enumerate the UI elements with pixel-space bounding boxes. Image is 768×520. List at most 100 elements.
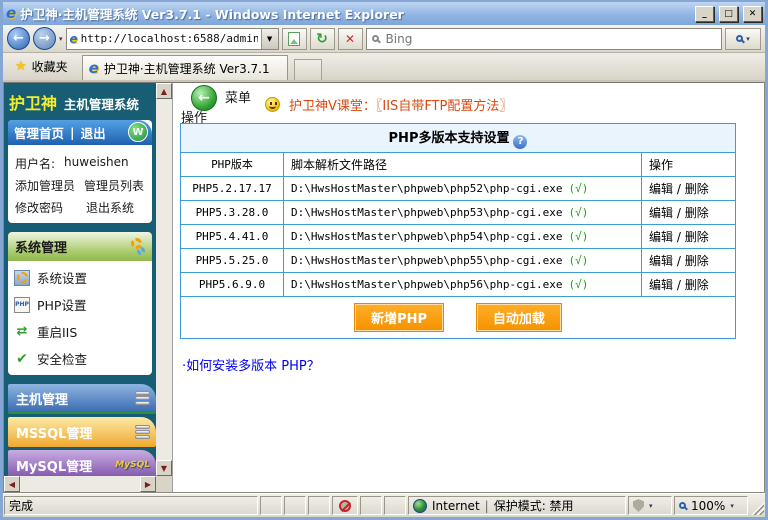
sidebar-frame: 护卫神 主机管理系统 管理首页 | 退出 W 用户名:	[4, 83, 172, 492]
internet-globe-icon	[413, 499, 427, 513]
delete-link[interactable]: 删除	[685, 254, 709, 268]
announcement-link[interactable]: 护卫神V课堂：〖IIS自带FTP配置方法〗	[289, 95, 512, 114]
url-input[interactable]	[81, 30, 258, 48]
tab-title: 护卫神·主机管理系统 Ver3.7.1	[104, 60, 270, 77]
delete-link[interactable]: 删除	[685, 278, 709, 292]
search-input[interactable]	[384, 31, 716, 47]
accordion-label: 主机管理	[16, 389, 68, 408]
new-tab-button[interactable]	[294, 59, 322, 80]
row-actions: 编辑 / 删除	[642, 248, 736, 272]
table-row: PHP5.4.41.0 D:\HwsHostMaster\phpweb\php5…	[181, 224, 736, 248]
table-row: PHP5.3.28.0 D:\HwsHostMaster\phpweb\php5…	[181, 200, 736, 224]
sidebar-vertical-scrollbar[interactable]: ▲ ▼	[156, 83, 172, 476]
stop-icon: ✕	[345, 33, 355, 45]
zone-label: Internet	[432, 499, 480, 513]
edit-link[interactable]: 编辑	[649, 182, 673, 196]
page-icon: e	[70, 33, 78, 45]
sidebar-horizontal-scrollbar[interactable]: ◀ ▶	[4, 476, 156, 492]
logout-link[interactable]: 退出系统	[86, 199, 134, 216]
edit-link[interactable]: 编辑	[649, 206, 673, 220]
brand: 护卫神 主机管理系统	[4, 83, 156, 119]
sidebar-item-restart-iis[interactable]: ⇄ 重启IIS	[14, 322, 146, 341]
change-password-link[interactable]: 修改密码	[15, 199, 63, 216]
php-version: PHP5.2.17.17	[181, 176, 284, 200]
zoom-icon	[679, 502, 686, 509]
auto-load-button[interactable]: 自动加载	[476, 303, 562, 332]
php-versions-table: PHP多版本支持设置? PHP版本 脚本解析文件路径 操作 PHP5.2.17.…	[180, 123, 736, 339]
menu-link[interactable]: 菜单	[225, 87, 251, 106]
back-button[interactable]: ←	[7, 27, 30, 50]
security-shield-icon	[633, 499, 644, 512]
address-bar[interactable]: e ▼	[66, 28, 279, 50]
history-dropdown-icon[interactable]: ▾	[59, 35, 63, 43]
resize-grip[interactable]	[750, 496, 764, 515]
scroll-left-icon[interactable]: ◀	[4, 476, 20, 492]
sidebar-item-security-check[interactable]: ✔ 安全检查	[14, 349, 146, 368]
php-version: PHP5.3.28.0	[181, 200, 284, 224]
admin-list-link[interactable]: 管理员列表	[84, 177, 144, 194]
favorites-button[interactable]: ★ 收藏夹	[7, 55, 76, 80]
row-actions: 编辑 / 删除	[642, 272, 736, 296]
close-button[interactable]: ✕	[743, 6, 762, 22]
exit-link[interactable]: 退出	[81, 123, 106, 142]
php-version: PHP5.5.25.0	[181, 248, 284, 272]
accordion-label: MSSQL管理	[16, 423, 92, 442]
sidebar-item-label: 安全检查	[37, 349, 87, 368]
status-blocked-segment	[332, 496, 358, 515]
minimize-button[interactable]: _	[695, 6, 714, 22]
admin-home-link[interactable]: 管理首页	[14, 123, 64, 142]
content-header: ← 菜单 操作 护卫神V课堂：〖IIS自带FTP配置方法〗	[173, 83, 764, 123]
search-go-icon	[736, 35, 743, 42]
table-header-row: PHP版本 脚本解析文件路径 操作	[181, 152, 736, 176]
compatibility-view-icon	[288, 32, 300, 46]
edit-link[interactable]: 编辑	[649, 230, 673, 244]
url-dropdown-button[interactable]: ▼	[261, 29, 278, 49]
sidebar-item-system-settings[interactable]: 系统设置	[14, 268, 146, 287]
table-row: PHP5.6.9.0 D:\HwsHostMaster\phpweb\php56…	[181, 272, 736, 296]
delete-link[interactable]: 删除	[685, 206, 709, 220]
add-php-button[interactable]: 新增PHP	[354, 303, 444, 332]
status-bar: 完成 Internet | 保护模式: 禁用 ▾ 100% ▾	[3, 493, 765, 517]
scroll-down-icon[interactable]: ▼	[156, 460, 172, 476]
maximize-button[interactable]: □	[719, 6, 738, 22]
search-options-caret-icon: ▾	[746, 35, 750, 43]
help-link[interactable]: ·如何安装多版本 PHP？	[182, 355, 764, 374]
compatibility-view-button[interactable]	[282, 28, 307, 50]
delete-link[interactable]: 删除	[685, 230, 709, 244]
status-segment	[308, 496, 330, 515]
sidebar: 护卫神 主机管理系统 管理首页 | 退出 W 用户名:	[4, 83, 156, 476]
add-admin-link[interactable]: 添加管理员	[15, 177, 75, 194]
sidebar-item-label: 系统设置	[37, 268, 87, 287]
section-system-management[interactable]: 系统管理	[8, 232, 152, 261]
refresh-button[interactable]: ↻	[310, 28, 335, 50]
stop-button[interactable]: ✕	[338, 28, 363, 50]
delete-link[interactable]: 删除	[685, 182, 709, 196]
tab-favicon: e	[89, 61, 99, 76]
forward-button[interactable]: →	[33, 27, 56, 50]
column-header-path: 脚本解析文件路径	[284, 152, 642, 176]
table-row: PHP5.5.25.0 D:\HwsHostMaster\phpweb\php5…	[181, 248, 736, 272]
edit-link[interactable]: 编辑	[649, 278, 673, 292]
status-security-segment[interactable]: ▾	[628, 496, 672, 515]
help-question-icon[interactable]: ?	[513, 135, 527, 149]
sidebar-item-label: PHP设置	[37, 295, 86, 314]
tab-active[interactable]: e 护卫神·主机管理系统 Ver3.7.1	[82, 55, 288, 80]
row-actions: 编辑 / 删除	[642, 200, 736, 224]
sidebar-accordion-host-management[interactable]: 主机管理	[8, 384, 156, 414]
sidebar-item-php-settings[interactable]: PHP PHP设置	[14, 295, 146, 314]
scrollbar-corner	[156, 476, 172, 492]
sidebar-accordion-mysql-management[interactable]: MySQL管理 MySQL	[8, 450, 156, 476]
zoom-level: 100%	[691, 499, 725, 513]
section-system-body: 系统设置 PHP PHP设置 ⇄ 重启IIS ✔ 安全检查	[8, 261, 152, 375]
status-zoom-segment[interactable]: 100% ▾	[674, 496, 748, 515]
table-title-cell: PHP多版本支持设置?	[181, 124, 736, 153]
sidebar-accordion-mssql-management[interactable]: MSSQL管理	[8, 417, 156, 447]
smiley-icon	[265, 97, 280, 112]
search-box[interactable]	[366, 28, 722, 50]
search-go-button[interactable]: ▾	[725, 28, 761, 50]
system-settings-icon	[14, 270, 30, 286]
content-area: ← 菜单 操作 护卫神V课堂：〖IIS自带FTP配置方法〗 PHP多版本支持设置…	[172, 83, 764, 492]
scroll-up-icon[interactable]: ▲	[156, 83, 172, 99]
scroll-right-icon[interactable]: ▶	[140, 476, 156, 492]
edit-link[interactable]: 编辑	[649, 254, 673, 268]
